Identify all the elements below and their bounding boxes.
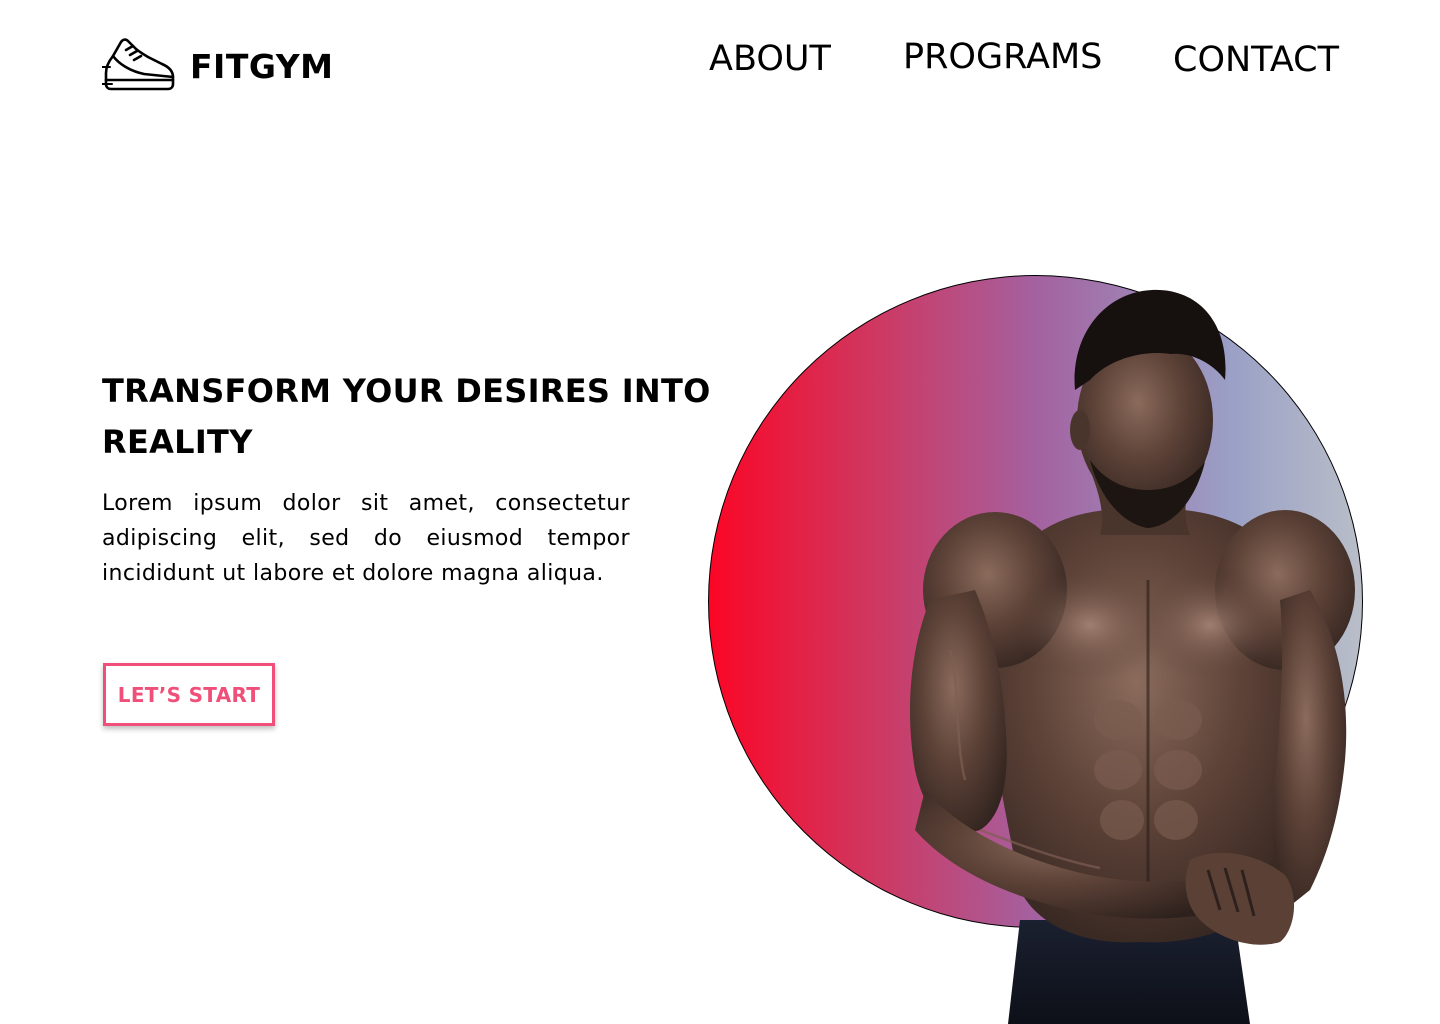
sneaker-icon — [102, 38, 175, 91]
brand[interactable]: FITGYM — [102, 36, 333, 96]
nav-programs-link[interactable]: PROGRAMS — [903, 40, 1102, 75]
hero-image — [700, 270, 1440, 1024]
nav-contact-link[interactable]: CONTACT — [1173, 43, 1339, 78]
brand-name: FITGYM — [190, 46, 334, 86]
hero-title: TRANSFORM YOUR DESIRES INTO REALITY — [102, 372, 711, 461]
athlete-illustration — [910, 289, 1355, 1024]
nav-about-link[interactable]: ABOUT — [709, 42, 831, 77]
landing-page: FITGYM ABOUT PROGRAMS CONTACT TRANSFORM … — [0, 0, 1440, 1024]
lets-start-button[interactable]: LET’S START — [103, 663, 275, 726]
hero-description: Lorem ipsum dolor sit amet, consectetur … — [102, 491, 630, 586]
